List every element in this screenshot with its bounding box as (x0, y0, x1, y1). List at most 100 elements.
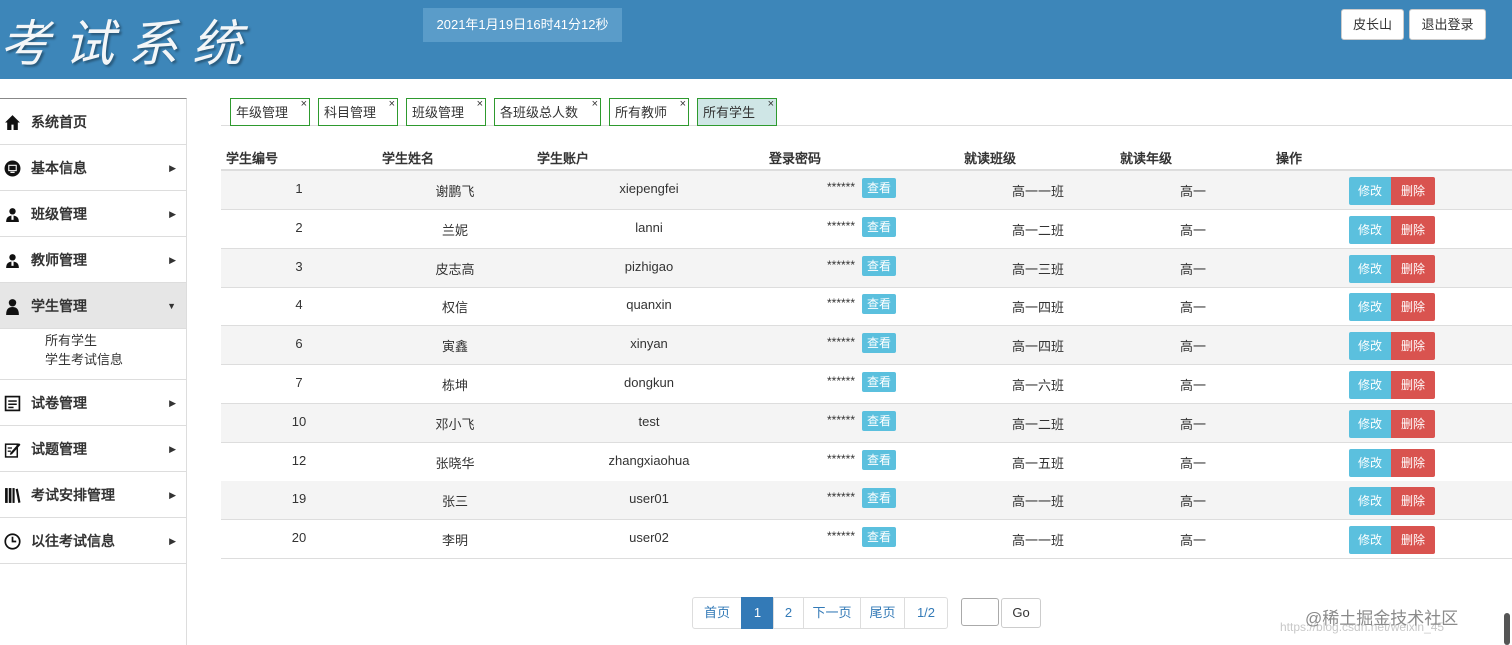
page-2-button[interactable]: 2 (773, 597, 804, 629)
cell-class: 高一一班 (1011, 533, 1064, 549)
table-row: 10 邓小飞 test 高一二班 高一 ****** 查看 修改 删除 (221, 403, 1512, 443)
view-password-button[interactable]: 查看 (862, 410, 896, 431)
cell-account: xiepengfei (619, 181, 679, 196)
user-button[interactable]: 皮长山 (1341, 9, 1404, 40)
edit-icon (4, 443, 21, 458)
cell-id: 10 (291, 413, 307, 429)
sidebar-item-paper-management[interactable]: 试卷管理 ▶ (0, 380, 186, 426)
delete-button[interactable]: 删除 (1391, 371, 1435, 399)
table-row: 12 张晓华 zhangxiaohua 高一五班 高一 ****** 查看 修改 删除 (221, 443, 1512, 482)
go-button[interactable]: Go (1001, 598, 1041, 628)
page-jump-input[interactable] (961, 598, 999, 626)
last-page-button[interactable]: 尾页 (860, 597, 905, 629)
edit-button[interactable]: 修改 (1349, 177, 1391, 205)
cell-class: 高一六班 (1011, 378, 1064, 393)
column-header: 学生账户 (537, 151, 590, 166)
cell-id: 4 (295, 297, 303, 313)
edit-button[interactable]: 修改 (1349, 371, 1391, 399)
submenu-item-all-students[interactable]: 所有学生 (45, 331, 186, 350)
sidebar-item-home[interactable]: 系统首页 (0, 99, 186, 145)
cell-class: 高一一班 (1011, 494, 1064, 510)
sidebar-item-class-management[interactable]: 班级管理 ▶ (0, 191, 186, 237)
close-icon[interactable]: × (389, 90, 395, 118)
view-password-button[interactable]: 查看 (862, 294, 896, 315)
edit-button[interactable]: 修改 (1349, 293, 1391, 322)
delete-button[interactable]: 删除 (1391, 215, 1435, 244)
edit-button[interactable]: 修改 (1349, 254, 1391, 283)
tab-label: 所有学生 (703, 105, 756, 120)
cell-password: ****** (827, 412, 856, 427)
page-1-button[interactable]: 1 (741, 597, 774, 629)
view-password-button[interactable]: 查看 (862, 333, 896, 354)
cell-name: 张三 (441, 494, 468, 510)
close-icon[interactable]: × (768, 90, 774, 118)
scrollbar-thumb[interactable] (1504, 613, 1510, 645)
edit-button[interactable]: 修改 (1349, 526, 1391, 555)
tab-all-teachers[interactable]: 所有教师 × (609, 98, 689, 126)
sidebar-item-label: 系统首页 (31, 114, 87, 130)
table-row: 4 权信 quanxin 高一四班 高一 ****** 查看 修改 删除 (221, 287, 1512, 327)
close-icon[interactable]: × (592, 90, 598, 118)
cell-password: ****** (827, 257, 856, 272)
delete-button[interactable]: 删除 (1391, 177, 1435, 205)
edit-button[interactable]: 修改 (1349, 448, 1391, 477)
sidebar-item-teacher-management[interactable]: 教师管理 ▶ (0, 237, 186, 283)
view-password-button[interactable]: 查看 (862, 527, 896, 548)
edit-button[interactable]: 修改 (1349, 487, 1391, 516)
logout-button[interactable]: 退出登录 (1409, 9, 1486, 40)
tab-subject-management[interactable]: 科目管理 × (318, 98, 398, 126)
sidebar-item-basic-info[interactable]: 基本信息 ▶ (0, 145, 186, 191)
tab-label: 科目管理 (324, 105, 377, 120)
close-icon[interactable]: × (301, 90, 307, 118)
page-info: 1/2 (904, 597, 948, 629)
cell-grade: 高一 (1179, 261, 1206, 277)
edit-button[interactable]: 修改 (1349, 332, 1391, 361)
delete-button[interactable]: 删除 (1391, 448, 1435, 477)
sidebar-item-label: 试题管理 (31, 441, 87, 457)
delete-button[interactable]: 删除 (1391, 409, 1435, 438)
first-page-button[interactable]: 首页 (692, 597, 742, 629)
column-header: 登录密码 (769, 151, 822, 166)
edit-button[interactable]: 修改 (1349, 215, 1391, 244)
cell-name: 皮志高 (435, 261, 475, 277)
view-password-button[interactable]: 查看 (862, 255, 896, 276)
sidebar-item-label: 班级管理 (31, 206, 87, 222)
tab-label: 年级管理 (236, 105, 289, 120)
close-icon[interactable]: × (477, 90, 483, 118)
delete-button[interactable]: 删除 (1391, 254, 1435, 283)
next-page-button[interactable]: 下一页 (803, 597, 861, 629)
delete-button[interactable]: 删除 (1391, 332, 1435, 361)
view-password-button[interactable]: 查看 (862, 372, 896, 392)
tab-all-students[interactable]: 所有学生 × (697, 98, 777, 126)
cell-grade: 高一 (1179, 378, 1206, 393)
view-password-button[interactable]: 查看 (862, 488, 896, 509)
cell-id: 7 (295, 375, 303, 390)
view-password-button[interactable]: 查看 (862, 216, 896, 237)
cell-password: ****** (827, 374, 856, 388)
users-icon (6, 208, 19, 222)
sidebar-nav: 系统首页 基本信息 ▶ 班级管理 ▶ 教师管理 ▶ 学生管理 ▼ 所有学生 学生… (0, 98, 187, 645)
delete-button[interactable]: 删除 (1391, 526, 1435, 555)
document-icon (4, 395, 21, 412)
sidebar-item-student-management[interactable]: 学生管理 ▼ (0, 283, 186, 329)
view-password-button[interactable]: 查看 (862, 449, 896, 470)
edit-button[interactable]: 修改 (1349, 409, 1391, 438)
sidebar-item-past-exam-info[interactable]: 以往考试信息 ▶ (0, 518, 186, 564)
sidebar-item-exam-schedule-management[interactable]: 考试安排管理 ▶ (0, 472, 186, 518)
cell-class: 高一四班 (1011, 300, 1064, 316)
cell-name: 张晓华 (435, 455, 475, 471)
cell-class: 高一一班 (1011, 184, 1064, 199)
app-header: 考试系统 2021年1月19日16时41分12秒 皮长山 退出登录 (0, 0, 1512, 79)
submenu-item-student-exam-info[interactable]: 学生考试信息 (45, 350, 186, 369)
tab-class-management[interactable]: 班级管理 × (406, 98, 486, 126)
cell-account: xinyan (630, 336, 668, 352)
tab-class-headcount[interactable]: 各班级总人数 × (494, 98, 601, 126)
sidebar-item-question-management[interactable]: 试题管理 ▶ (0, 426, 186, 472)
view-password-button[interactable]: 查看 (862, 178, 896, 198)
delete-button[interactable]: 删除 (1391, 487, 1435, 516)
cell-account: lanni (635, 219, 663, 235)
delete-button[interactable]: 删除 (1391, 293, 1435, 322)
close-icon[interactable]: × (680, 90, 686, 118)
tab-grade-management[interactable]: 年级管理 × (230, 98, 310, 126)
cell-grade: 高一 (1179, 455, 1206, 471)
